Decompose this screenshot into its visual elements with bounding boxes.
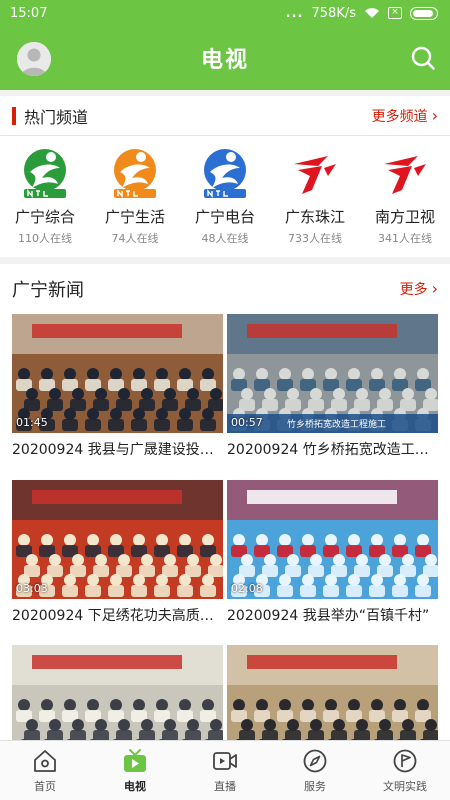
more-news-link[interactable]: 更多 ›: [400, 279, 438, 299]
channel-online-count: 74人在线: [111, 232, 159, 245]
signal-dots: ...: [285, 5, 304, 21]
news-title: 20200924 我县与广晟建设投资集团签约: [12, 442, 223, 458]
news-section-title: 广宁新闻: [12, 280, 84, 301]
tab-live[interactable]: 直播: [180, 741, 270, 800]
channel-online-count: 110人在线: [18, 232, 72, 245]
channel-name: 广宁电台: [194, 208, 255, 226]
channel-logo-icon: [204, 149, 246, 198]
video-thumbnail: 01:45: [12, 314, 223, 433]
news-card[interactable]: 01:45 20200924 我县与广晟建设投资集团签约: [12, 314, 223, 467]
channel-name: 广宁生活: [104, 208, 165, 226]
video-thumbnail: 竹乡桥拓宽改造工程施工 00:57: [227, 314, 438, 433]
news-card[interactable]: 02:08 20200924 我县举办“百镇千村”: [227, 480, 438, 633]
video-camera-icon: [213, 752, 237, 770]
channel-list: 广宁综合 110人在线 广宁生活 74人在线 广宁电台 48人在线 广东珠江 7…: [0, 136, 450, 246]
status-time: 15:07: [10, 5, 48, 21]
news-title: 20200924 竹乡桥拓宽改造工程施工: [227, 442, 438, 458]
news-card[interactable]: [227, 645, 438, 740]
wifi-icon: [364, 7, 380, 19]
app-header: 15:07 ... 758K/s × 电视: [0, 0, 450, 90]
news-section: 广宁新闻 更多 › 01:45 20200924 我县与广晟建设投资集团签约 竹…: [0, 264, 450, 740]
channel-item[interactable]: 广宁电台 48人在线: [180, 146, 270, 246]
news-title: 20200924 我县举办“百镇千村”: [227, 608, 430, 624]
channel-logo-icon: [384, 156, 426, 194]
video-thumbnail: 03:03: [12, 480, 223, 599]
channel-logo-icon: [294, 156, 336, 194]
bottom-tab-bar: 首页 电视 直播 服务 文明实践: [0, 740, 450, 800]
section-marker: [12, 106, 16, 125]
chevron-right-icon: ›: [431, 279, 438, 298]
tab-home[interactable]: 首页: [0, 741, 90, 800]
flag-badge-icon: [393, 749, 417, 773]
avatar-icon: [17, 42, 51, 76]
news-card[interactable]: [12, 645, 223, 740]
video-thumbnail: [12, 645, 223, 740]
search-button[interactable]: [410, 45, 436, 71]
tv-icon: [124, 749, 146, 772]
sim-x-icon: ×: [388, 7, 402, 19]
video-duration: 00:57: [231, 416, 263, 429]
home-icon: [34, 750, 56, 772]
news-card[interactable]: 03:03 20200924 下足绣花功夫高质量推进: [12, 480, 223, 633]
tab-service[interactable]: 服务: [270, 741, 360, 800]
hot-channels-section: 热门频道 更多频道 › 广宁综合 110人在线 广宁生活 74人在线 广宁电台 …: [0, 96, 450, 257]
video-caption: 竹乡桥拓宽改造工程施工: [287, 418, 386, 430]
chevron-right-icon: ›: [431, 105, 438, 125]
channel-name: 广宁综合: [14, 208, 75, 226]
video-duration: 03:03: [16, 582, 48, 595]
battery-icon: [410, 6, 438, 20]
status-bar: 15:07 ... 758K/s ×: [0, 0, 450, 26]
compass-icon: [303, 749, 327, 773]
tab-tv[interactable]: 电视: [90, 741, 180, 800]
video-duration: 01:45: [16, 416, 48, 429]
channel-item[interactable]: 广宁综合 110人在线: [0, 146, 90, 246]
video-thumbnail: [227, 645, 438, 740]
search-icon: [411, 46, 435, 70]
channel-item[interactable]: 南方卫视 341人在线: [360, 146, 450, 246]
news-card[interactable]: 竹乡桥拓宽改造工程施工 00:57 20200924 竹乡桥拓宽改造工程施工: [227, 314, 438, 467]
channel-item[interactable]: 广东珠江 733人在线: [270, 146, 360, 246]
channel-name: 广东珠江: [284, 208, 345, 226]
channel-logo-icon: [114, 149, 156, 198]
avatar[interactable]: [17, 42, 51, 76]
channel-online-count: 48人在线: [201, 232, 249, 245]
video-thumbnail: 02:08: [227, 480, 438, 599]
hot-channels-title: 热门频道: [24, 107, 89, 127]
news-title: 20200924 下足绣花功夫高质量推进: [12, 608, 223, 624]
channel-logo-icon: [24, 149, 66, 198]
channel-online-count: 733人在线: [288, 232, 342, 245]
tab-civilization-practice[interactable]: 文明实践: [360, 741, 450, 800]
channel-item[interactable]: 广宁生活 74人在线: [90, 146, 180, 246]
more-channels-link[interactable]: 更多频道 ›: [372, 106, 438, 126]
channel-name: 南方卫视: [374, 208, 435, 226]
channel-online-count: 341人在线: [378, 232, 432, 245]
page-title: 电视: [200, 48, 249, 73]
video-duration: 02:08: [231, 582, 263, 595]
net-speed: 758K/s: [311, 5, 357, 21]
